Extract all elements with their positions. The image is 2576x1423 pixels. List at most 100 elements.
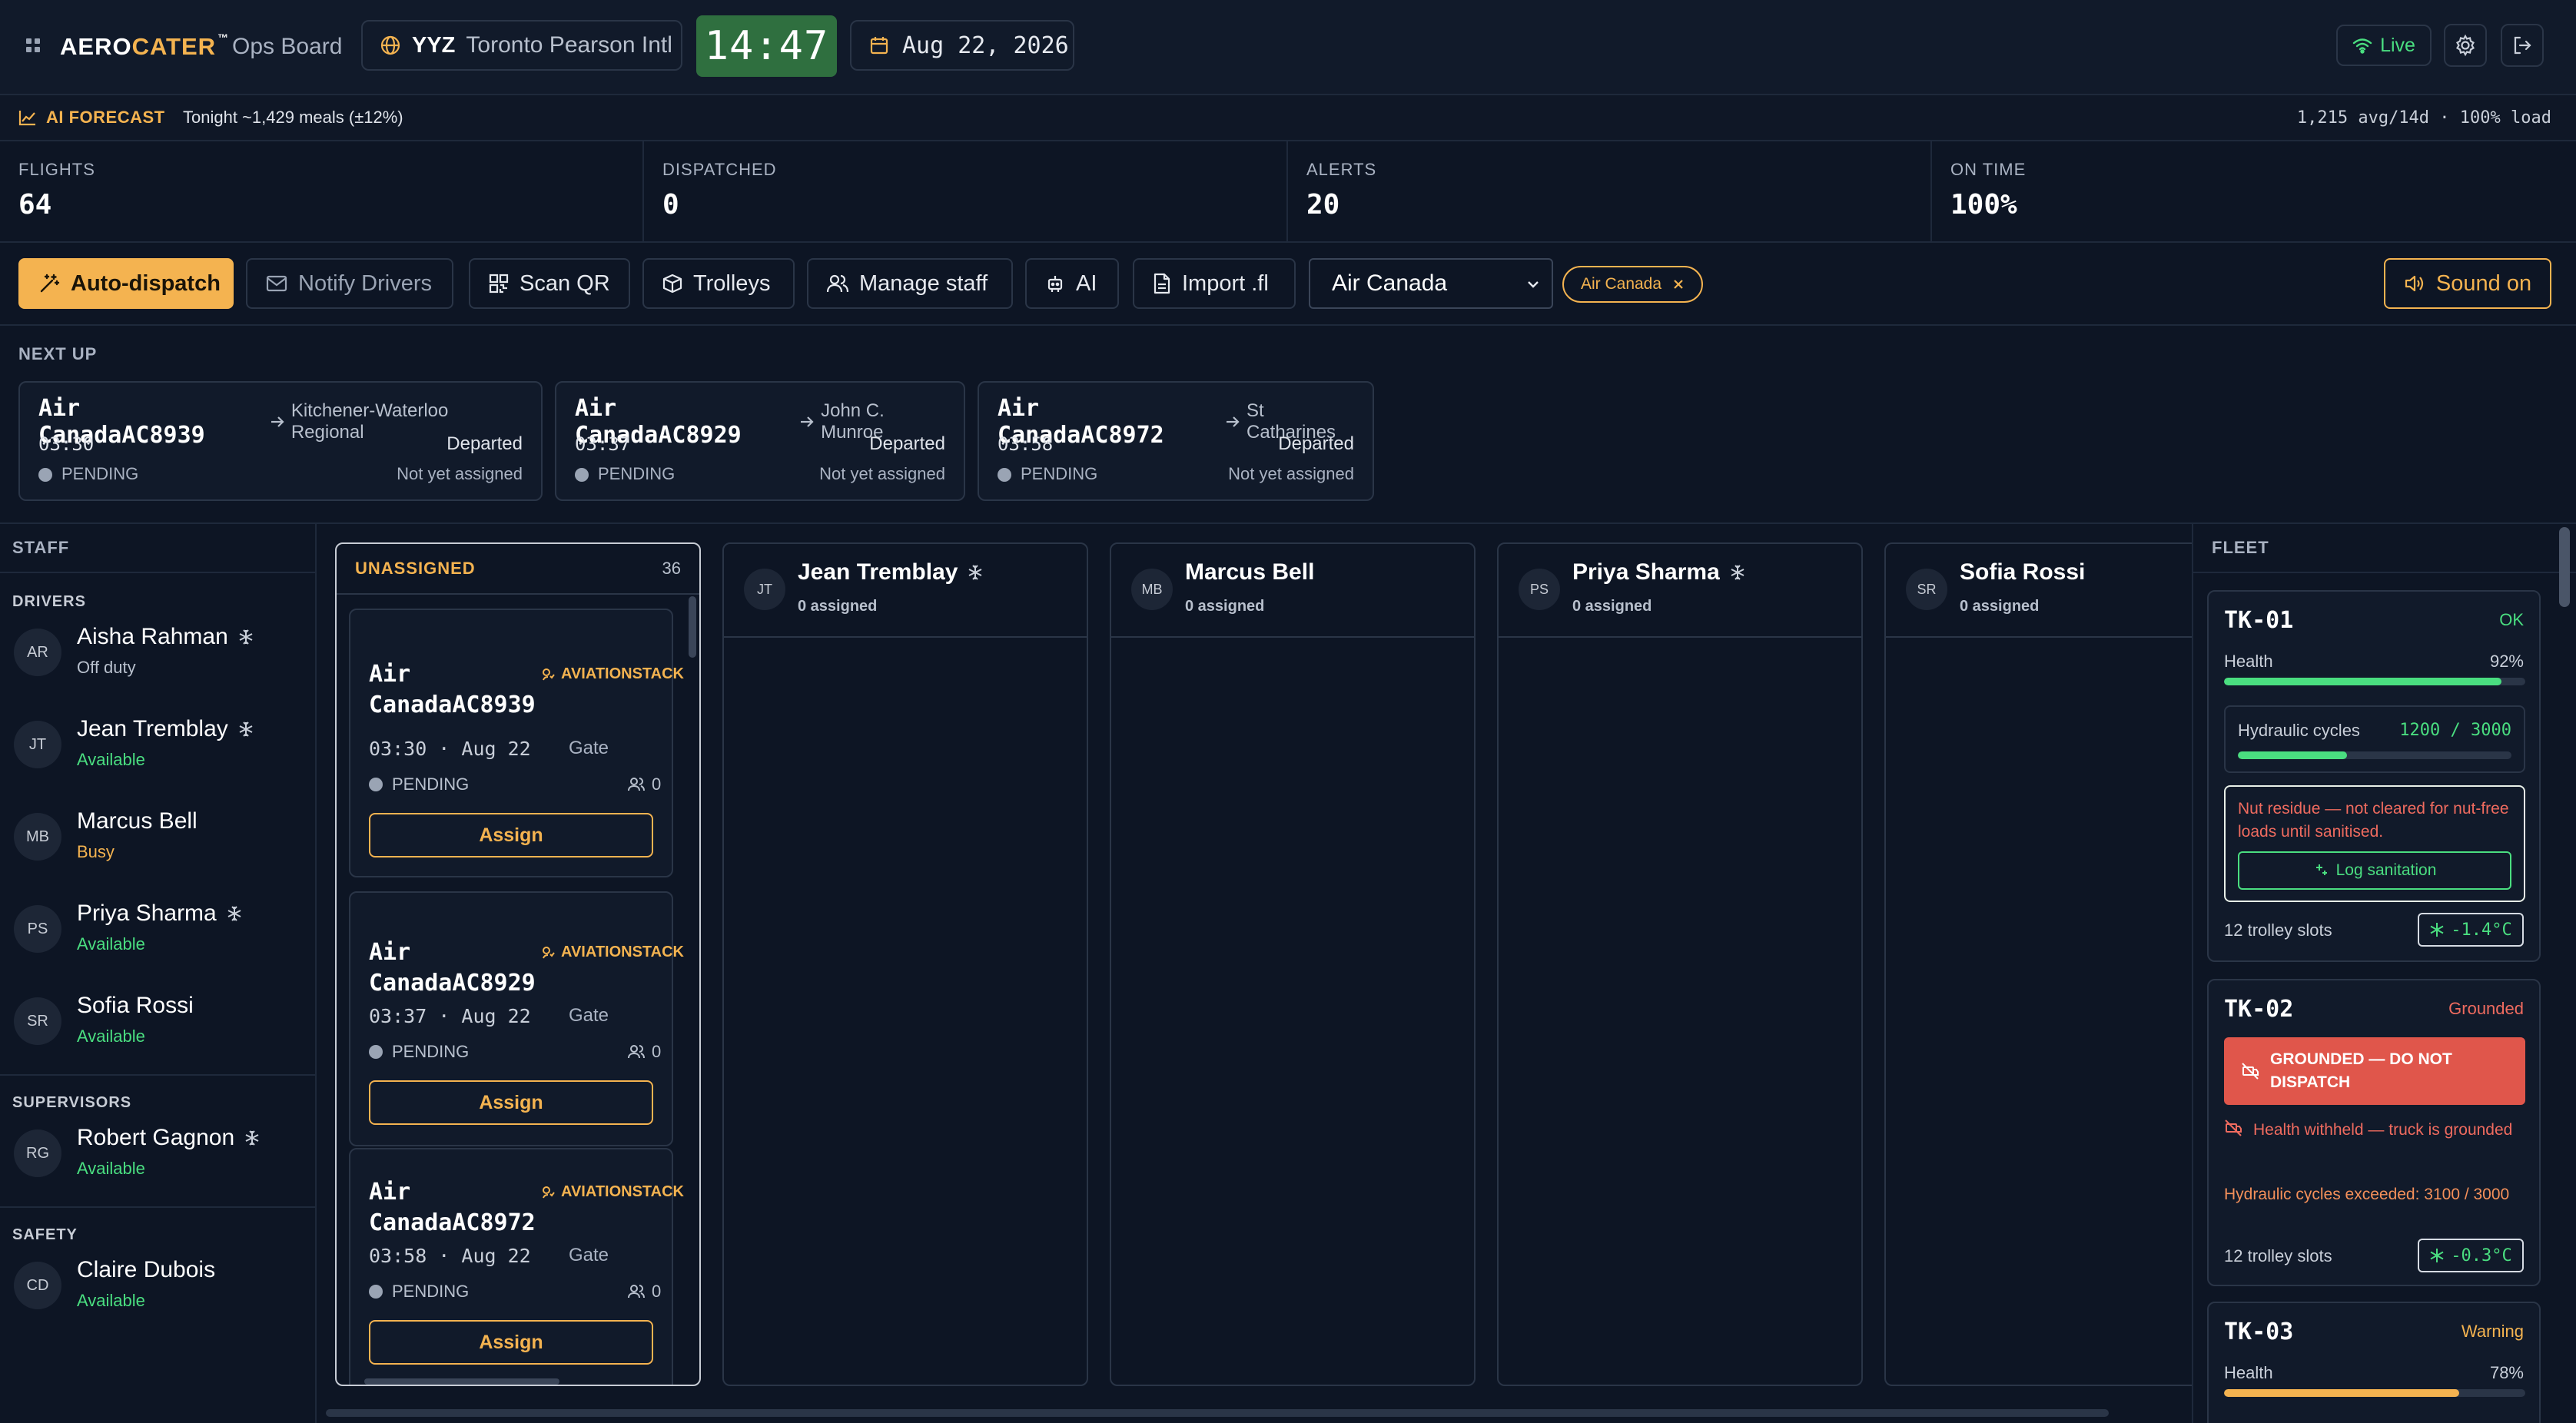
- scan-qr-label: Scan QR: [520, 270, 610, 296]
- arrow-right-icon: [270, 415, 285, 429]
- staff-name: Robert Gagnon: [77, 1125, 235, 1150]
- airline-select[interactable]: Air Canada: [1309, 258, 1553, 309]
- trolley-slots: 12 trolley slots: [2224, 1246, 2332, 1265]
- close-icon[interactable]: [1672, 278, 1685, 290]
- avatar: SR: [14, 997, 61, 1045]
- airline-select-value: Air Canada: [1332, 270, 1448, 296]
- health-bar: [2224, 678, 2525, 685]
- crew-count: 0: [627, 775, 661, 794]
- health-bar: [2224, 1389, 2525, 1397]
- flight-card[interactable]: Air CanadaAC8939 AVIATIONSTACK 03:30 · Au…: [349, 609, 684, 877]
- chevron-down-icon: [1525, 277, 1541, 292]
- certified-badge-icon: [237, 629, 254, 645]
- assign-button[interactable]: Assign: [369, 813, 653, 857]
- staff-item-jean-tremblay[interactable]: JT Jean Tremblay Available: [11, 707, 303, 776]
- board-scrollbar[interactable]: [326, 1409, 2109, 1417]
- staff-status: Available: [77, 934, 145, 954]
- staff-name-row: Jean Tremblay: [77, 716, 254, 742]
- assign-button[interactable]: Assign: [369, 1320, 653, 1365]
- staff-item-claire-dubois[interactable]: CD Claire Dubois Available: [11, 1248, 303, 1317]
- source-tag: AVIATIONSTACK: [541, 1183, 684, 1201]
- logout-button[interactable]: [2501, 24, 2544, 67]
- departure-time: 03:37: [575, 433, 631, 455]
- staff-item-priya-sharma[interactable]: PS Priya Sharma Available: [11, 891, 303, 960]
- users-icon: [827, 274, 848, 294]
- driver-name-row: Priya Sharma: [1572, 559, 1746, 585]
- status-badge: PENDING: [998, 464, 1097, 484]
- stats-row: FLIGHTS 64 DISPATCHED 0 ALERTS 20 ON TIM…: [0, 141, 2576, 243]
- staff-item-aisha-rahman[interactable]: AR Aisha Rahman Off duty: [11, 615, 303, 684]
- settings-button[interactable]: [2444, 24, 2487, 67]
- staff-item-sofia-rossi[interactable]: SR Sofia Rossi Available: [11, 983, 303, 1053]
- source-tag: AVIATIONSTACK: [541, 944, 684, 961]
- driver-name: Priya Sharma: [1572, 559, 1720, 585]
- safety-heading: SAFETY: [12, 1226, 78, 1243]
- stat-value: 100%: [1950, 189, 2017, 221]
- assigned-count: 0 assigned: [1185, 598, 1265, 615]
- stat-label: ALERTS: [1306, 160, 1377, 179]
- airline-filter-chip[interactable]: Air Canada: [1562, 266, 1703, 303]
- unassigned-column[interactable]: UNASSIGNED 36 Air CanadaAC8939 AVIATIONST…: [335, 542, 701, 1386]
- next-up-title: NEXT UP: [18, 344, 98, 363]
- flight-state: Departed: [869, 433, 945, 454]
- temperature-value: -0.3°C: [2451, 1246, 2512, 1265]
- live-indicator[interactable]: Live: [2336, 25, 2432, 66]
- stat-value: 0: [662, 189, 679, 221]
- assign-button[interactable]: Assign: [369, 1080, 653, 1125]
- users-icon: [627, 1044, 646, 1060]
- apps-grid-icon[interactable]: [23, 35, 43, 55]
- assigned-count: 0 assigned: [798, 598, 878, 615]
- log-sanitation-button[interactable]: Log sanitation: [2238, 851, 2511, 890]
- driver-column-sofia-rossi[interactable]: SR Sofia Rossi 0 assigned: [1884, 542, 2192, 1386]
- fleet-scrollbar[interactable]: [2559, 527, 2570, 607]
- date-picker[interactable]: Aug 22, 2026: [850, 20, 1074, 71]
- staff-name-row: Robert Gagnon: [77, 1125, 261, 1151]
- driver-column-priya-sharma[interactable]: PS Priya Sharma 0 assigned: [1497, 542, 1863, 1386]
- truck-card[interactable]: TK-01 OK Health 92% Hydraulic cycles 120…: [2207, 590, 2541, 962]
- log-sanitation-label: Log sanitation: [2335, 861, 2437, 879]
- driver-column-marcus-bell[interactable]: MB Marcus Bell 0 assigned: [1110, 542, 1476, 1386]
- divider: [0, 1206, 315, 1208]
- staff-name-row: Marcus Bell: [77, 808, 198, 834]
- brand-logo: AERO CATER ™: [60, 32, 230, 60]
- flight-state: Departed: [446, 433, 523, 454]
- staff-title: STAFF: [0, 524, 315, 573]
- import-button[interactable]: Import .fl: [1133, 258, 1296, 309]
- ai-button[interactable]: AI: [1025, 258, 1119, 309]
- staff-item-marcus-bell[interactable]: MB Marcus Bell Busy: [11, 799, 303, 868]
- sanitation-warning: Nut residue — not cleared for nut-free l…: [2224, 785, 2525, 902]
- manage-staff-button[interactable]: Manage staff: [807, 258, 1013, 309]
- no-truck-icon: [2241, 1062, 2259, 1080]
- column-scrollbar-horizontal[interactable]: [364, 1378, 559, 1385]
- staff-name-row: Priya Sharma: [77, 901, 243, 927]
- flight-card[interactable]: Air CanadaAC8929 AVIATIONSTACK 03:37 · Au…: [349, 891, 684, 1146]
- forecast-label-group: AI FORECAST: [18, 108, 165, 128]
- warning-text: Nut residue — not cleared for nut-free l…: [2238, 800, 2509, 841]
- next-up-card[interactable]: Air CanadaAC8929 John C. Munroe 03:37 Dep…: [555, 381, 965, 501]
- airport-name: Toronto Pearson Intl: [466, 32, 672, 58]
- filter-chip-label: Air Canada: [1580, 275, 1662, 293]
- airport-selector[interactable]: YYZ Toronto Pearson Intl: [361, 20, 682, 71]
- flight-card[interactable]: Air CanadaAC8972 AVIATIONSTACK 03:58 · Au…: [349, 1148, 684, 1385]
- next-up-card[interactable]: Air CanadaAC8939 Kitchener-Waterloo Regi…: [18, 381, 543, 501]
- avatar: MB: [1131, 569, 1173, 610]
- trolleys-button[interactable]: Trolleys: [642, 258, 795, 309]
- stat-on-time: ON TIME 100%: [1932, 141, 2576, 241]
- wifi-icon: [2352, 37, 2372, 54]
- grounded-text: GROUNDED — DO NOT DISPATCH: [2270, 1050, 2452, 1091]
- truck-card[interactable]: TK-03 Warning Health 78%: [2207, 1302, 2541, 1423]
- stat-alerts: ALERTS 20: [1288, 141, 1932, 241]
- gear-icon: [2454, 34, 2477, 57]
- stat-value: 64: [18, 189, 52, 221]
- auto-dispatch-button[interactable]: Auto-dispatch: [18, 258, 234, 309]
- assignee: Not yet assigned: [397, 464, 523, 483]
- scan-qr-button[interactable]: Scan QR: [469, 258, 630, 309]
- truck-status: OK: [2499, 610, 2524, 629]
- driver-column-jean-tremblay[interactable]: JT Jean Tremblay 0 assigned: [722, 542, 1088, 1386]
- truck-card[interactable]: TK-02 Grounded GROUNDED — DO NOT DISPATC…: [2207, 979, 2541, 1286]
- notify-drivers-button[interactable]: Notify Drivers: [246, 258, 453, 309]
- staff-item-robert-gagnon[interactable]: RG Robert Gagnon Available: [11, 1116, 303, 1185]
- sound-toggle-button[interactable]: Sound on: [2384, 258, 2551, 309]
- column-scrollbar[interactable]: [689, 596, 696, 658]
- next-up-card[interactable]: Air CanadaAC8972 St Catharines 03:58 Depa…: [978, 381, 1374, 501]
